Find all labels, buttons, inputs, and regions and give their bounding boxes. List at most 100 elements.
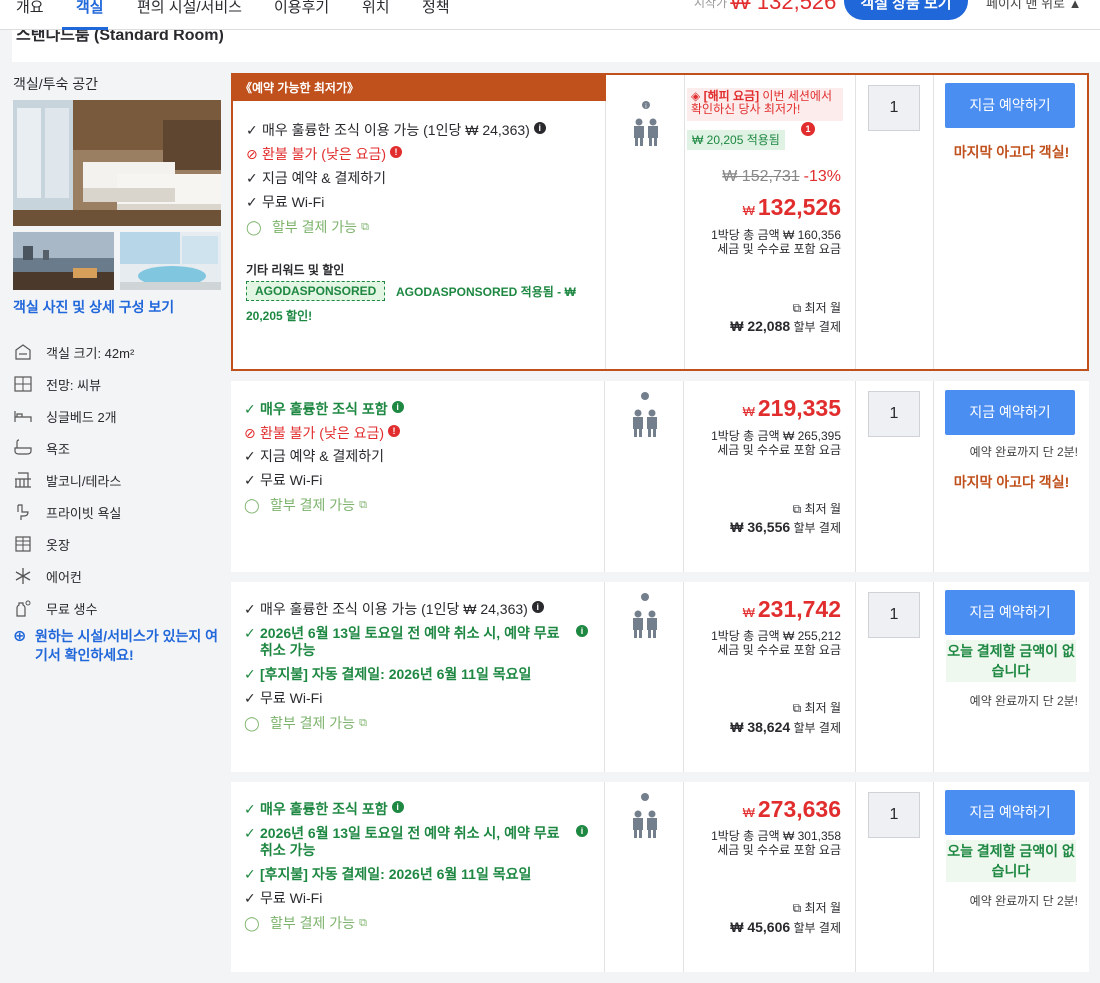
no-refund-icon: ⊘ (246, 146, 258, 162)
monthly-amount-value: ₩ 22,088 (730, 318, 791, 334)
offer-conditions: ✓ 매우 훌륭한 조식 포함 i ⊘ 환불 불가 (낮은 요금)! ✓ 지금 예약 & … (231, 381, 605, 572)
price-value: 219,335 (757, 395, 841, 421)
tab-overview[interactable]: 개요 (16, 0, 44, 17)
two-guests-icon (633, 392, 657, 437)
condition-text: 무료 Wi-Fi (260, 472, 323, 488)
book-now-button[interactable]: 지금 예약하기 (945, 83, 1075, 128)
info-icon[interactable]: i (576, 625, 588, 637)
occupancy[interactable] (631, 792, 659, 845)
price-col: ₩219,335 1박당 총 금액 ₩ 265,395 세금 및 수수료 포함 요… (684, 381, 856, 572)
room-quantity-select[interactable]: 1 (868, 85, 920, 131)
discount-percent: -13% (803, 168, 841, 185)
external-link-icon: ⧉ (792, 901, 802, 915)
external-link-icon: ⧉ (359, 717, 367, 729)
tax-note: 세금 및 수수료 포함 요금 (717, 643, 841, 657)
book-now-button[interactable]: 지금 예약하기 (945, 590, 1075, 635)
installment-row[interactable]: ◯ 할부 결제 가능 ⧉ (244, 497, 367, 514)
monthly-label: ⧉ 최저 월 (793, 899, 841, 916)
monthly-label: ⧉ 최저 월 (793, 699, 841, 716)
monthly-suffix: 할부 결제 (793, 521, 842, 535)
tab-facilities[interactable]: 편의 시설/서비스 (137, 0, 242, 17)
happy-rate-badge: ◈ [해피 요금] 이번 세션에서 확인하신 당사 최저가! (687, 88, 843, 121)
info-icon[interactable]: i (576, 825, 588, 837)
external-link-icon: ⧉ (792, 301, 802, 315)
two-guests-icon (633, 793, 657, 838)
monthly-label-text: 최저 월 (804, 301, 841, 315)
room-quantity-select[interactable]: 1 (868, 792, 920, 838)
installment-icon: ◯ (244, 715, 260, 731)
check-icon: ✓ (244, 448, 256, 464)
total-price-text: 1박당 총 금액 ₩ 255,212 (711, 629, 841, 643)
condition-row: ⊘ 환불 불가 (낮은 요금)! (244, 425, 401, 442)
room-quantity-select[interactable]: 1 (868, 391, 920, 437)
feature-closet: 옷장 (13, 534, 70, 554)
installment-icon: ◯ (246, 219, 262, 235)
original-price: ₩ 152,731 -13% (722, 168, 841, 186)
condition-text: 무료 Wi-Fi (260, 690, 323, 706)
total-price: 1박당 총 금액 ₩ 160,356 세금 및 수수료 포함 요금 (711, 228, 841, 256)
view-rooms-button[interactable]: 객실 상품 보기 (844, 0, 968, 20)
room-photo-bath[interactable] (120, 232, 221, 290)
occupancy-col: i (606, 75, 685, 369)
price: ₩273,636 (743, 796, 841, 823)
monthly-label: ⧉ 최저 월 (793, 299, 841, 316)
check-icon: ✓ (244, 866, 256, 882)
tab-rooms[interactable]: 객실 (76, 0, 104, 17)
occupancy[interactable] (631, 391, 659, 444)
booking-col: 지금 예약하기 오늘 결제할 금액이 없습니다 예약 완료까지 단 2분! (934, 782, 1089, 972)
tax-note: 세금 및 수수료 포함 요금 (717, 242, 841, 256)
offer-card: ✓ 매우 훌륭한 조식 포함 i ✓ 2026년 6월 13일 토요일 전 예약 취소… (231, 782, 1089, 972)
installment-row[interactable]: ◯ 할부 결제 가능 ⧉ (246, 219, 369, 236)
info-icon[interactable]: ! (390, 146, 403, 158)
pay-nothing-today-badge: 오늘 결제할 금액이 없습니다 (946, 640, 1076, 682)
condition-row: ✓ 지금 예약 & 결제하기 (246, 170, 386, 187)
offer-card: 《예약 가능한 최저가》 ✓ 매우 훌륭한 조식 이용 가능 (1인당 ₩ 24,… (231, 73, 1089, 371)
occupancy[interactable] (631, 592, 659, 645)
tab-reviews[interactable]: 이용후기 (274, 0, 329, 17)
occupancy[interactable]: i (632, 100, 660, 153)
info-icon[interactable]: i (531, 601, 544, 613)
total-price-text: 1박당 총 금액 ₩ 265,395 (711, 429, 841, 443)
condition-row: ✓ 2026년 6월 13일 토요일 전 예약 취소 시, 예약 무료 취소 가능… (244, 825, 594, 859)
installment-row[interactable]: ◯ 할부 결제 가능 ⧉ (244, 915, 367, 932)
feature-label: 프라이빗 욕실 (46, 505, 122, 521)
book-now-button[interactable]: 지금 예약하기 (945, 790, 1075, 835)
installment-row[interactable]: ◯ 할부 결제 가능 ⧉ (244, 715, 367, 732)
monthly-suffix: 할부 결제 (793, 921, 842, 935)
tax-note: 세금 및 수수료 포함 요금 (717, 443, 841, 457)
price-value: 273,636 (757, 796, 841, 822)
balcony-icon (15, 472, 31, 488)
installment-icon: ◯ (244, 915, 260, 931)
currency-symbol: ₩ (742, 404, 755, 419)
price-value: 132,526 (757, 194, 841, 220)
info-icon[interactable]: ! (388, 425, 401, 437)
tag-icon: ◈ (691, 89, 701, 103)
condition-text: 환불 불가 (낮은 요금) (260, 425, 385, 441)
price-value: 231,742 (757, 596, 841, 622)
room-photos-link[interactable]: 객실 사진 및 상세 구성 보기 (13, 297, 174, 317)
water-bottle-icon (16, 600, 31, 617)
tab-location[interactable]: 위치 (362, 0, 390, 17)
tab-policies[interactable]: 정책 (422, 0, 450, 17)
plus-circle-icon: ⊕ (13, 628, 27, 645)
total-price: 1박당 총 금액 ₩ 301,358 세금 및 수수료 포함 요금 (711, 829, 841, 857)
booking-col: 지금 예약하기 예약 완료까지 단 2분! 마지막 아고다 객실! (934, 381, 1089, 572)
quantity-col: 1 (856, 75, 934, 369)
condition-text: 2026년 6월 13일 토요일 전 예약 취소 시, 예약 무료 취소 가능 (260, 825, 560, 858)
facility-check-link[interactable]: ⊕ 원하는 시설/서비스가 있는지 여기서 확인하세요! (13, 627, 223, 665)
feature-label: 욕조 (46, 441, 70, 457)
check-icon: ✓ (244, 801, 256, 817)
condition-text: 매우 훌륭한 조식 포함 (260, 801, 388, 817)
top-nav: 개요 객실 편의 시설/서비스 이용후기 위치 정책 시작가 ₩ 132,526… (0, 0, 1100, 30)
info-icon[interactable]: i (533, 122, 546, 134)
room-photo-view[interactable] (13, 232, 114, 290)
room-quantity-select[interactable]: 1 (868, 592, 920, 638)
last-room-notice: 마지막 아고다 객실! (953, 144, 1070, 160)
info-icon[interactable]: i (391, 401, 404, 413)
book-now-button[interactable]: 지금 예약하기 (945, 390, 1075, 435)
back-to-top-link[interactable]: 페이지 맨 위로 ▲ (986, 0, 1081, 12)
monthly-amount: ₩ 45,606 할부 결제 (730, 919, 841, 936)
price-start-value: ₩ 132,526 (730, 0, 837, 14)
info-icon[interactable]: i (391, 801, 404, 813)
room-photo-main[interactable] (13, 100, 221, 226)
